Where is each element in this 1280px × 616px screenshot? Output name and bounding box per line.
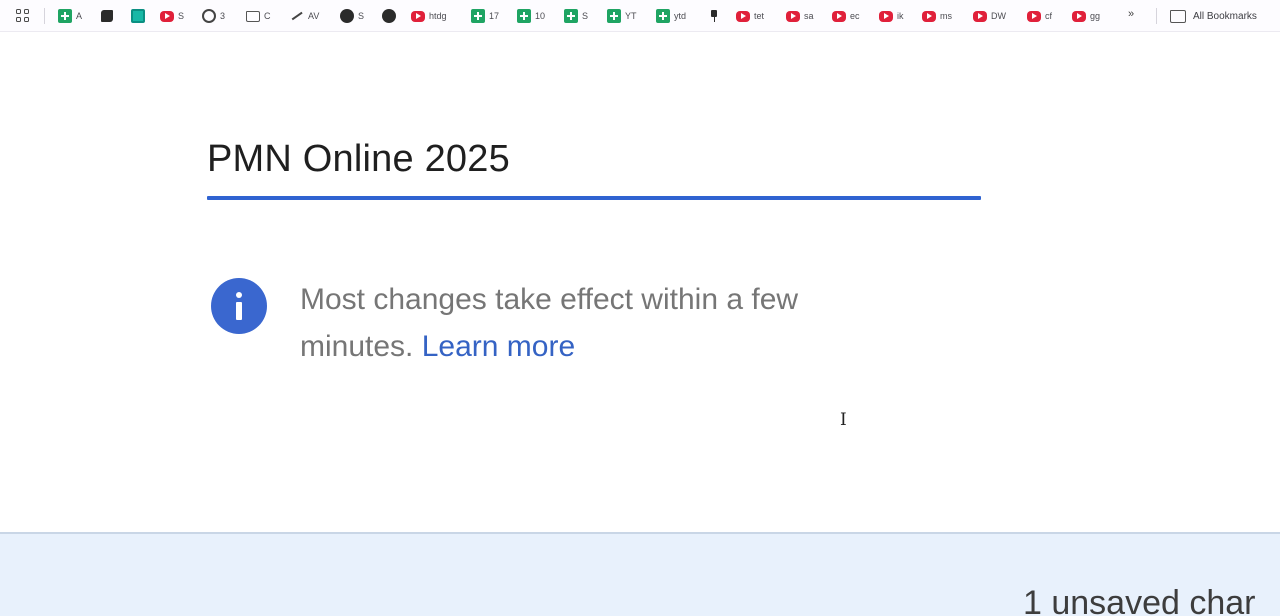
bookmark-label: cf	[1045, 11, 1053, 21]
all-bookmarks-button[interactable]: All Bookmarks	[1170, 7, 1257, 25]
bookmark-av[interactable]: AV	[290, 7, 319, 25]
text-cursor-icon: I	[840, 410, 847, 430]
bookmark-label: YT	[625, 11, 637, 21]
sheets-icon	[656, 9, 670, 23]
unsaved-changes-text: 1 unsaved char	[1023, 584, 1256, 616]
sheets-icon	[564, 9, 578, 23]
bookmark-label: tet	[754, 11, 765, 21]
save-bar: 1 unsaved char	[0, 532, 1280, 616]
bookmark-pin[interactable]	[709, 7, 723, 25]
folder-icon	[246, 10, 260, 22]
bookmarks-divider	[44, 8, 45, 24]
bookmark-extension[interactable]	[101, 7, 117, 25]
bookmarks-bar: A S 3 C AV S htdg 17 10 S YT ytd tet sa …	[0, 0, 1280, 32]
youtube-icon	[786, 10, 800, 22]
bookmark-label: 17	[489, 11, 500, 21]
bookmark-label: 10	[535, 11, 546, 21]
github-icon	[382, 9, 396, 23]
apps-grid-icon[interactable]	[14, 7, 32, 25]
bookmark-label: AV	[308, 11, 320, 21]
bookmark-dw[interactable]: DW	[973, 7, 1006, 25]
sheets-icon	[607, 9, 621, 23]
bookmark-label: htdg	[429, 11, 447, 21]
bookmark-a[interactable]: A	[58, 7, 82, 25]
circle-icon	[202, 9, 216, 23]
folder-icon	[1170, 9, 1186, 23]
bookmark-tet[interactable]: tet	[736, 7, 764, 25]
trend-line-icon	[290, 9, 304, 23]
bookmark-label: sa	[804, 11, 814, 21]
all-bookmarks-label: All Bookmarks	[1193, 10, 1257, 22]
bookmark-htdg[interactable]: htdg	[411, 7, 447, 25]
bookmark-10[interactable]: 10	[517, 7, 545, 25]
bookmark-s-globe[interactable]: S	[340, 7, 364, 25]
sheets-icon	[517, 9, 531, 23]
title-input[interactable]: PMN Online 2025	[207, 138, 981, 200]
learn-more-link[interactable]: Learn more	[422, 330, 575, 363]
bookmark-label: A	[76, 11, 83, 21]
bookmark-label: S	[582, 11, 589, 21]
youtube-icon	[736, 10, 750, 22]
youtube-icon	[1027, 10, 1041, 22]
bookmark-label: S	[178, 11, 185, 21]
puzzle-icon	[101, 10, 113, 22]
more-bookmarks-button[interactable]: »	[1128, 8, 1134, 20]
youtube-icon	[973, 10, 987, 22]
bookmark-cf[interactable]: cf	[1027, 7, 1052, 25]
bookmark-ec[interactable]: ec	[832, 7, 860, 25]
bookmark-label: DW	[991, 11, 1006, 21]
bookmark-yt[interactable]: YT	[607, 7, 637, 25]
bookmark-label: ytd	[674, 11, 687, 21]
bookmark-s-sheets[interactable]: S	[564, 7, 588, 25]
bookmarks-divider	[1156, 8, 1157, 24]
sheets-icon	[471, 9, 485, 23]
bookmark-github[interactable]	[382, 7, 400, 25]
title-input-value: PMN Online 2025	[207, 138, 510, 180]
teal-app-icon	[131, 9, 145, 23]
bookmark-17[interactable]: 17	[471, 7, 499, 25]
bookmark-label: C	[264, 11, 271, 21]
bookmark-label: ik	[897, 11, 904, 21]
youtube-icon	[1072, 10, 1086, 22]
pin-icon	[709, 9, 719, 23]
bookmark-ms[interactable]: ms	[922, 7, 952, 25]
youtube-icon	[879, 10, 893, 22]
bookmark-ytd[interactable]: ytd	[656, 7, 686, 25]
bookmark-s-youtube[interactable]: S	[160, 7, 184, 25]
bookmark-label: 3	[220, 11, 226, 21]
bookmark-sa[interactable]: sa	[786, 7, 814, 25]
info-message: Most changes take effect within a few mi…	[300, 276, 900, 370]
bookmark-teal-app[interactable]	[131, 7, 149, 25]
bookmark-label: gg	[1090, 11, 1101, 21]
input-focus-underline	[207, 196, 981, 200]
bookmark-label: S	[358, 11, 365, 21]
globe-icon	[340, 9, 354, 23]
bookmark-label: ec	[850, 11, 860, 21]
info-icon	[211, 278, 267, 334]
youtube-icon	[160, 10, 174, 22]
bookmark-label: ms	[940, 11, 952, 21]
bookmark-gg[interactable]: gg	[1072, 7, 1100, 25]
bookmark-ik[interactable]: ik	[879, 7, 904, 25]
bookmark-3[interactable]: 3	[202, 7, 225, 25]
youtube-icon	[832, 10, 846, 22]
sheets-icon	[58, 9, 72, 23]
youtube-icon	[922, 10, 936, 22]
youtube-icon	[411, 10, 425, 22]
bookmark-c[interactable]: C	[246, 7, 271, 25]
